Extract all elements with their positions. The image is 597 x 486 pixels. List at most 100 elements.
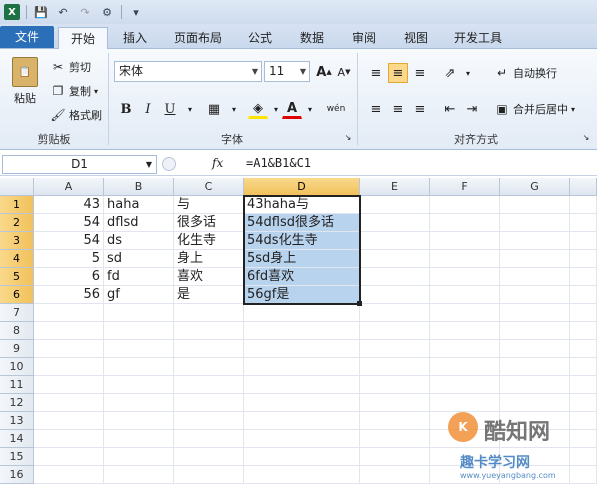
customize-icon[interactable]: ▾ — [128, 4, 144, 20]
cell-filler[interactable] — [570, 250, 597, 268]
cell-c8[interactable] — [174, 322, 244, 340]
cell-c13[interactable] — [174, 412, 244, 430]
cell-f9[interactable] — [430, 340, 500, 358]
column-header-c[interactable]: C — [174, 178, 244, 196]
column-header-d[interactable]: D — [244, 178, 360, 196]
cell-f6[interactable] — [430, 286, 500, 304]
cell-e5[interactable] — [360, 268, 430, 286]
cell-e3[interactable] — [360, 232, 430, 250]
row-header-13[interactable]: 13 — [0, 412, 34, 430]
cell-g6[interactable] — [500, 286, 570, 304]
cell-a3[interactable]: 54 — [34, 232, 104, 250]
row-header-16[interactable]: 16 — [0, 466, 34, 484]
cell-d14[interactable] — [244, 430, 360, 448]
cell-e8[interactable] — [360, 322, 430, 340]
cell-b7[interactable] — [104, 304, 174, 322]
cell-f1[interactable] — [430, 196, 500, 214]
phonetic-button[interactable]: wén — [322, 99, 350, 119]
cell-a9[interactable] — [34, 340, 104, 358]
cell-e1[interactable] — [360, 196, 430, 214]
row-header-12[interactable]: 12 — [0, 394, 34, 412]
column-header-f[interactable]: F — [430, 178, 500, 196]
underline-button[interactable]: U — [160, 99, 180, 119]
cell-d7[interactable] — [244, 304, 360, 322]
column-header-b[interactable]: B — [104, 178, 174, 196]
cell-d4[interactable]: 5sd身上 — [244, 250, 360, 268]
cell-b13[interactable] — [104, 412, 174, 430]
cell-a14[interactable] — [34, 430, 104, 448]
cell-b8[interactable] — [104, 322, 174, 340]
tab-data[interactable]: 数据 — [290, 27, 334, 49]
copy-button[interactable]: ❐ 复制 ▾ — [50, 81, 98, 101]
insert-function-icon[interactable]: fx — [212, 156, 223, 170]
cell-e9[interactable] — [360, 340, 430, 358]
cell-g8[interactable] — [500, 322, 570, 340]
cell-d6[interactable]: 56gf是 — [244, 286, 360, 304]
cell-d8[interactable] — [244, 322, 360, 340]
row-header-6[interactable]: 6 — [0, 286, 34, 304]
cell-e11[interactable] — [360, 376, 430, 394]
column-header-a[interactable]: A — [34, 178, 104, 196]
cell-filler[interactable] — [570, 214, 597, 232]
cell-b5[interactable]: fd — [104, 268, 174, 286]
cell-g5[interactable] — [500, 268, 570, 286]
tab-view[interactable]: 视图 — [394, 27, 438, 49]
cell-b6[interactable]: gf — [104, 286, 174, 304]
cell-d13[interactable] — [244, 412, 360, 430]
cell-f2[interactable] — [430, 214, 500, 232]
tool-icon[interactable]: ⚙ — [99, 4, 115, 20]
cell-c16[interactable] — [174, 466, 244, 484]
tab-page-layout[interactable]: 页面布局 — [166, 27, 230, 49]
cell-e12[interactable] — [360, 394, 430, 412]
cell-filler[interactable] — [570, 232, 597, 250]
cell-f7[interactable] — [430, 304, 500, 322]
cell-d9[interactable] — [244, 340, 360, 358]
cell-e16[interactable] — [360, 466, 430, 484]
cell-b3[interactable]: ds — [104, 232, 174, 250]
column-header-g[interactable]: G — [500, 178, 570, 196]
cell-d3[interactable]: 54ds化生寺 — [244, 232, 360, 250]
align-middle-icon[interactable]: ≡ — [388, 63, 408, 83]
cell-a5[interactable]: 6 — [34, 268, 104, 286]
row-header-2[interactable]: 2 — [0, 214, 34, 232]
font-color-dropdown[interactable]: ▾ — [300, 99, 320, 119]
row-header-14[interactable]: 14 — [0, 430, 34, 448]
row-header-5[interactable]: 5 — [0, 268, 34, 286]
dialog-launcher-icon[interactable]: ↘ — [580, 131, 592, 143]
cell-a13[interactable] — [34, 412, 104, 430]
undo-icon[interactable]: ↶ — [55, 4, 71, 20]
cell-b12[interactable] — [104, 394, 174, 412]
cell-a8[interactable] — [34, 322, 104, 340]
cell-c3[interactable]: 化生寺 — [174, 232, 244, 250]
cell-c6[interactable]: 是 — [174, 286, 244, 304]
cell-f11[interactable] — [430, 376, 500, 394]
cell-a12[interactable] — [34, 394, 104, 412]
cell-g3[interactable] — [500, 232, 570, 250]
cell-c5[interactable]: 喜欢 — [174, 268, 244, 286]
cell-d1[interactable]: 43haha与 — [244, 196, 360, 214]
cell-g2[interactable] — [500, 214, 570, 232]
name-box[interactable]: D1 ▼ — [2, 155, 157, 174]
cell-filler[interactable] — [570, 286, 597, 304]
cell-e7[interactable] — [360, 304, 430, 322]
wrap-text-button[interactable]: ↵ 自动换行 — [494, 63, 557, 83]
select-all-corner[interactable] — [0, 178, 34, 196]
cell-c11[interactable] — [174, 376, 244, 394]
cell-b1[interactable]: haha — [104, 196, 174, 214]
cell-d10[interactable] — [244, 358, 360, 376]
cell-a6[interactable]: 56 — [34, 286, 104, 304]
cell-f8[interactable] — [430, 322, 500, 340]
cell-e10[interactable] — [360, 358, 430, 376]
orientation-dropdown[interactable]: ▾ — [458, 63, 478, 83]
cell-e14[interactable] — [360, 430, 430, 448]
cell-b9[interactable] — [104, 340, 174, 358]
cell-f4[interactable] — [430, 250, 500, 268]
cell-e4[interactable] — [360, 250, 430, 268]
cell-d5[interactable]: 6fd喜欢 — [244, 268, 360, 286]
cell-c2[interactable]: 很多话 — [174, 214, 244, 232]
cell-c15[interactable] — [174, 448, 244, 466]
tab-insert[interactable]: 插入 — [112, 27, 158, 49]
increase-indent-icon[interactable]: ⇥ — [462, 99, 482, 119]
cell-filler[interactable] — [570, 196, 597, 214]
column-header-e[interactable]: E — [360, 178, 430, 196]
